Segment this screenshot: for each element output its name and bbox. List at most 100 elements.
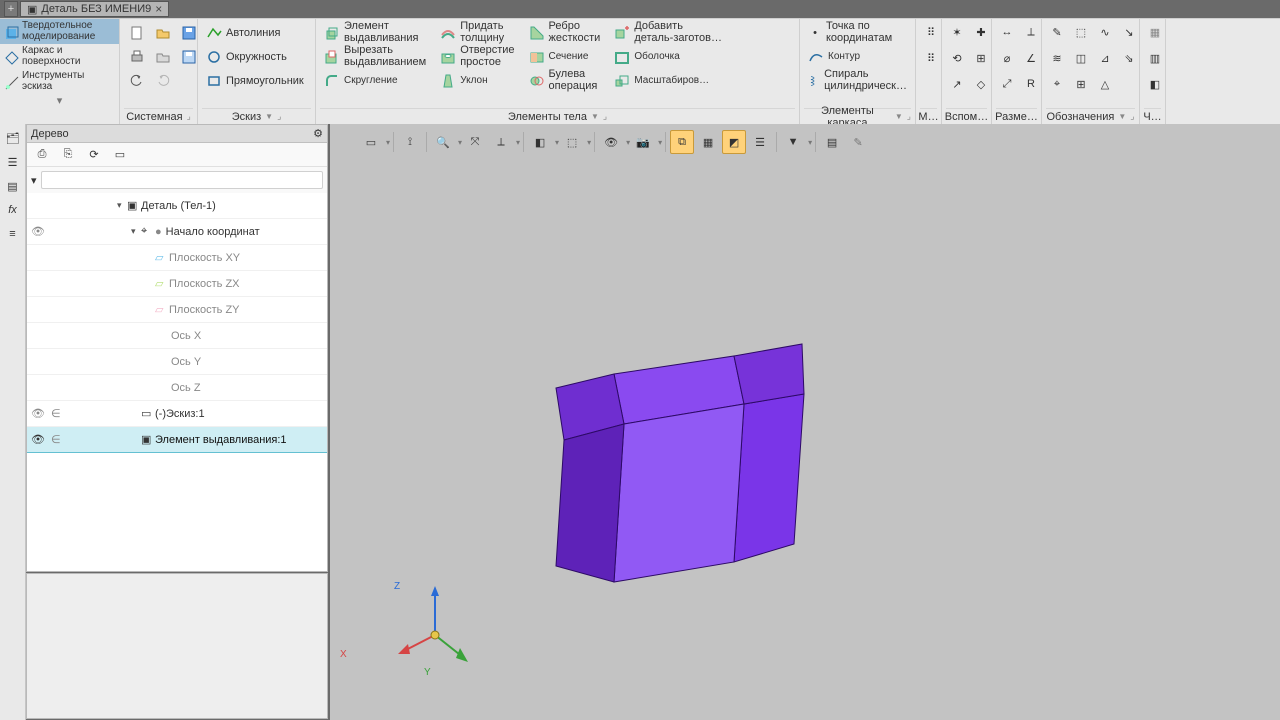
vp-zoom-icon[interactable]: 🔍 <box>431 130 455 154</box>
note-icon[interactable]: ⊞ <box>1070 73 1092 95</box>
dock-tree-icon[interactable]: 🗂 <box>3 128 23 148</box>
tree-axis-z[interactable]: Ось Z <box>27 375 327 401</box>
vp-toggle-icon[interactable]: ⧉ <box>670 130 694 154</box>
aux-icon[interactable]: ↗ <box>946 73 968 95</box>
aux-icon[interactable]: ✚ <box>970 21 992 43</box>
vp-toggle2-icon[interactable]: ◩ <box>722 130 746 154</box>
aux-icon[interactable]: ◇ <box>970 73 992 95</box>
hole-button[interactable]: Отверстиепростое <box>436 45 518 69</box>
vp-select-icon[interactable]: ▭ <box>359 130 383 154</box>
boolean-button[interactable]: Булеваоперация <box>525 69 605 93</box>
tree-plane-zy[interactable]: ▱ Плоскость ZY <box>27 297 327 323</box>
eye-off-icon[interactable]: 👁 <box>31 225 45 239</box>
dim-icon[interactable]: ↔ <box>996 21 1018 43</box>
group-launcher[interactable]: ⌟ <box>907 111 911 122</box>
autoline-button[interactable]: Автолиния <box>202 21 311 45</box>
aux-icon[interactable]: ✶ <box>946 21 968 43</box>
mode-more[interactable]: ▾ <box>0 94 119 108</box>
tree-axis-x[interactable]: Ось X <box>27 323 327 349</box>
save-button[interactable] <box>178 22 200 44</box>
array-icon[interactable]: ⠿ <box>920 21 942 43</box>
save-as-button[interactable] <box>178 46 200 68</box>
circle-button[interactable]: Окружность <box>202 45 311 69</box>
open-alt-button[interactable] <box>152 46 174 68</box>
close-icon[interactable]: × <box>155 2 162 16</box>
note-icon[interactable]: ∿ <box>1094 21 1116 43</box>
dock-vars-icon[interactable]: ▤ <box>3 176 23 196</box>
group-launcher[interactable]: ⌟ <box>277 111 281 122</box>
ch-icon[interactable]: ▥ <box>1144 47 1166 69</box>
tree-tool-icon[interactable]: ⟳ <box>83 144 105 166</box>
tree-tool-icon[interactable]: ⎘ <box>57 144 79 166</box>
array2-icon[interactable]: ⠿ <box>920 47 942 69</box>
group-launcher[interactable]: ⌟ <box>603 111 607 122</box>
note-icon[interactable]: ◫ <box>1070 47 1092 69</box>
vp-hide-icon[interactable]: 👁 <box>599 130 623 154</box>
dim-icon[interactable]: ∠ <box>1020 47 1042 69</box>
tree-plane-xy[interactable]: ▱ Плоскость XY <box>27 245 327 271</box>
eye-icon[interactable]: 👁 <box>31 433 45 447</box>
open-file-button[interactable] <box>152 22 174 44</box>
cube-model[interactable] <box>544 314 824 604</box>
tree-sketch[interactable]: 👁∈ ▭ (-)Эскиз:1 <box>27 401 327 427</box>
include-icon[interactable]: ∈ <box>51 407 61 420</box>
fillet-button[interactable]: Скругление <box>320 69 430 93</box>
helix-button[interactable]: Спиральцилиндрическ… <box>804 69 911 93</box>
dock-menu-icon[interactable]: ≡ <box>3 224 23 244</box>
scale-button[interactable]: Масштабиров… <box>610 69 726 93</box>
dim-icon[interactable]: ⤢ <box>996 73 1018 95</box>
aux-icon[interactable]: ⟲ <box>946 47 968 69</box>
note-icon[interactable]: ⬚ <box>1070 21 1092 43</box>
mode-solid[interactable]: Твердотельное моделирование <box>0 19 119 44</box>
dropdown-icon[interactable]: ▼ <box>265 112 273 121</box>
document-tab[interactable]: ▣ Деталь БЕЗ ИМЕНИ9 × <box>20 1 169 17</box>
group-launcher[interactable]: ⌟ <box>1130 111 1134 122</box>
aux-icon[interactable]: ⊞ <box>970 47 992 69</box>
tree-axis-y[interactable]: Ось Y <box>27 349 327 375</box>
cut-extrude-button[interactable]: Вырезатьвыдавливанием <box>320 45 430 69</box>
new-tab-button[interactable]: + <box>4 1 18 17</box>
vp-section-icon[interactable]: ▦ <box>696 130 720 154</box>
mode-wireframe[interactable]: Каркас и поверхности <box>0 44 119 69</box>
undo-button[interactable] <box>126 70 148 92</box>
dim-icon[interactable]: ⌀ <box>996 47 1018 69</box>
dropdown-icon[interactable]: ▼ <box>1118 112 1126 121</box>
include-icon[interactable]: ∈ <box>51 433 61 446</box>
expand-icon[interactable]: ▾ <box>117 200 127 211</box>
tree-extrusion[interactable]: 👁∈ ▣ Элемент выдавливания:1 <box>27 427 327 453</box>
tree-plane-zx[interactable]: ▱ Плоскость ZX <box>27 271 327 297</box>
point-by-coords-button[interactable]: •Точка покоординатам <box>804 21 911 45</box>
vp-edit-icon[interactable]: ✎ <box>846 130 870 154</box>
dim-icon[interactable]: R <box>1020 73 1042 95</box>
eye-off-icon[interactable]: 👁 <box>31 407 45 421</box>
tree-origin[interactable]: 👁 ▾ ⌖ ● Начало координат <box>27 219 327 245</box>
note-icon[interactable]: △ <box>1094 73 1116 95</box>
dropdown-icon[interactable]: ▼ <box>895 112 903 121</box>
vp-measure-icon[interactable]: ⟟ <box>398 130 422 154</box>
note-icon[interactable]: ⊿ <box>1094 47 1116 69</box>
section-button[interactable]: Сечение <box>525 45 605 69</box>
draft-button[interactable]: Уклон <box>436 69 518 93</box>
dim-icon[interactable]: ⟂ <box>1020 21 1042 43</box>
note-icon[interactable]: ✎ <box>1046 21 1068 43</box>
note-icon[interactable]: ⌖ <box>1046 73 1068 95</box>
note-icon[interactable]: ≋ <box>1046 47 1068 69</box>
rectangle-button[interactable]: Прямоугольник <box>202 69 311 93</box>
tree-tool-icon[interactable]: ⎙ <box>31 144 53 166</box>
vp-camera-icon[interactable]: 📷 <box>631 130 655 154</box>
note-icon[interactable]: ↘ <box>1118 21 1140 43</box>
tree-root[interactable]: ▾ ▣ Деталь (Тел-1) <box>27 193 327 219</box>
vp-shaded-icon[interactable]: ◧ <box>528 130 552 154</box>
vp-filter-icon[interactable]: ▼ <box>781 130 805 154</box>
expand-icon[interactable]: ▾ <box>131 226 141 237</box>
print-button[interactable] <box>126 46 148 68</box>
dock-fx-icon[interactable]: fx <box>3 200 23 220</box>
mode-sketch-tools[interactable]: Инструменты эскиза <box>0 69 119 94</box>
shell-button[interactable]: Оболочка <box>610 45 726 69</box>
panel-settings-icon[interactable]: ⚙ <box>313 127 323 140</box>
vp-normal-icon[interactable]: ⟂ <box>489 130 513 154</box>
tree-tool-icon[interactable]: ▭ <box>109 144 131 166</box>
dropdown-icon[interactable]: ▼ <box>591 112 599 121</box>
filter-icon[interactable]: ▾ <box>31 174 37 187</box>
note-icon[interactable]: ⇘ <box>1118 47 1140 69</box>
